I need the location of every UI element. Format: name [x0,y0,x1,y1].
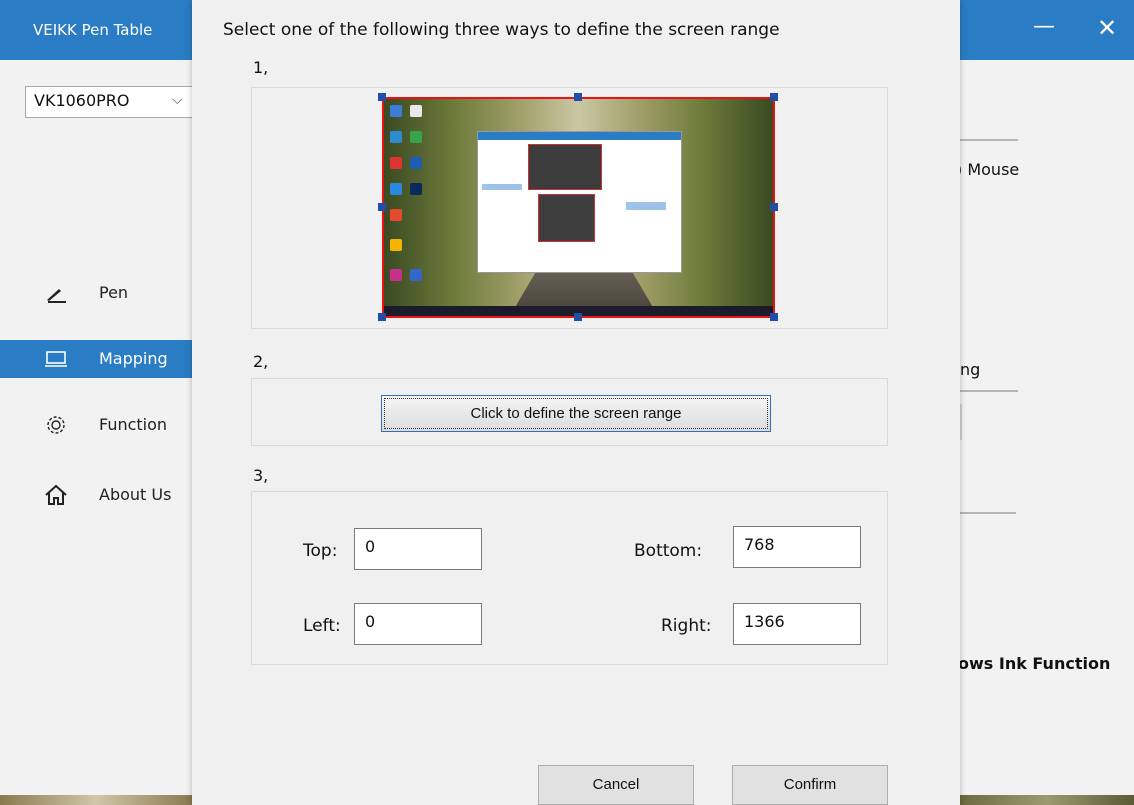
desktop-icon [390,131,402,143]
app-title: VEIKK Pen Table [33,21,153,39]
desktop-icon [390,105,402,117]
resize-handle[interactable] [770,313,778,321]
mouse-mode-radio[interactable]: ) Mouse [956,160,1019,179]
preview-app-window [477,131,682,273]
desktop-icon [410,269,422,281]
resize-handle[interactable] [574,313,582,321]
manual-range-panel: Top: 0 Bottom: 768 Left: 0 Right: 1366 [251,491,888,665]
focus-rectangle [384,398,768,429]
top-label: Top: [303,541,338,561]
sidebar-item-mapping[interactable]: Mapping [0,340,192,378]
resize-handle[interactable] [378,93,386,101]
sidebar-item-label: Pen [99,283,129,302]
desktop-icon [390,209,402,221]
sidebar-item-label: About Us [99,485,172,504]
left-input[interactable]: 0 [354,603,482,645]
left-label: Left: [303,616,341,636]
desktop-icon [410,183,422,195]
sidebar-item-function[interactable]: Function [0,406,192,444]
right-input[interactable]: 1366 [733,603,861,645]
desktop-icon [410,157,422,169]
step-3-label: 3, [253,466,269,485]
resize-handle[interactable] [574,93,582,101]
pen-icon [47,289,66,303]
step-2-label: 2, [253,352,269,371]
desktop-icon [390,269,402,281]
dialog-heading: Select one of the following three ways t… [223,20,780,40]
bottom-input[interactable]: 768 [733,526,861,568]
right-label: Right: [661,616,712,636]
screen-preview-image[interactable] [382,97,775,318]
desktop-icon [390,157,402,169]
resize-handle[interactable] [770,203,778,211]
confirm-button[interactable]: Confirm [732,765,888,805]
mapping-fragment: ng [960,360,981,379]
resize-handle[interactable] [770,93,778,101]
screen-range-dialog: Select one of the following three ways t… [192,0,960,805]
divider [960,139,1018,141]
divider [960,390,1018,392]
bottom-label: Bottom: [634,541,703,561]
define-screen-range-button[interactable]: Click to define the screen range [381,395,771,432]
sidebar-item-label: Function [99,415,168,434]
resize-handle[interactable] [378,203,386,211]
model-select-value: VK1060PRO [34,91,130,110]
monitor-icon [45,351,67,367]
divider [960,512,1016,514]
chevron-down-icon: ⌵ [172,92,183,108]
cancel-button[interactable]: Cancel [538,765,694,805]
field-edge [960,404,962,440]
desktop-icon [410,105,422,117]
resize-handle[interactable] [378,313,386,321]
background-image-strip [0,795,192,805]
gear-icon [47,416,65,434]
sidebar-item-about[interactable]: About Us [0,476,192,514]
desktop-icon [410,131,422,143]
close-button[interactable]: ✕ [1097,14,1117,42]
home-icon [45,484,67,505]
background-image-strip [960,795,1134,805]
windows-ink-checkbox-label[interactable]: ows Ink Function [958,654,1110,673]
desktop-icon [390,239,402,251]
top-input[interactable]: 0 [354,528,482,570]
sidebar-item-pen[interactable]: Pen [0,274,192,312]
step-1-label: 1, [253,58,269,77]
desktop-icon [390,183,402,195]
screen-preview-panel [251,87,888,329]
model-select[interactable]: VK1060PRO ⌵ [25,86,193,118]
define-range-panel: Click to define the screen range [251,378,888,446]
sidebar-item-label: Mapping [99,349,168,368]
minimize-button[interactable]: — [1033,14,1055,39]
